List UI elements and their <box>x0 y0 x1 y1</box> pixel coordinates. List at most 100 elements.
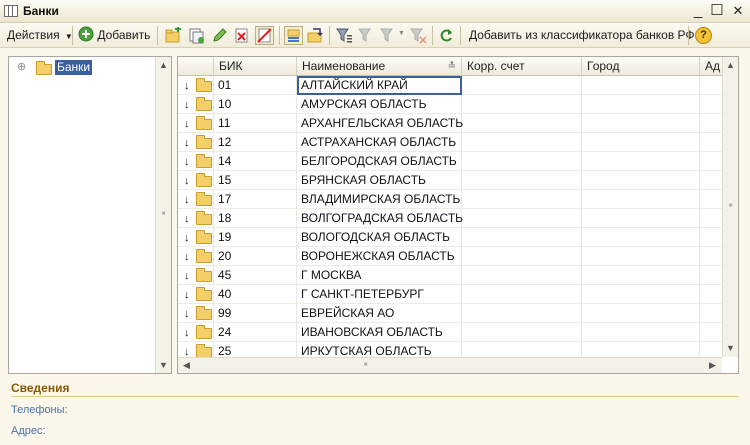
cell-city[interactable] <box>582 95 700 114</box>
cell-bik[interactable]: 20 <box>214 247 297 266</box>
delete-icon[interactable] <box>233 27 250 44</box>
cell-corr-account[interactable] <box>462 76 582 95</box>
cell-city[interactable] <box>582 76 700 95</box>
table-row[interactable]: ↓ 18 ВОЛГОГРАДСКАЯ ОБЛАСТЬ <box>178 209 723 228</box>
cell-name[interactable]: АСТРАХАНСКАЯ ОБЛАСТЬ <box>297 133 462 152</box>
table-row[interactable]: ↓ 20 ВОРОНЕЖСКАЯ ОБЛАСТЬ <box>178 247 723 266</box>
cell-bik[interactable]: 17 <box>214 190 297 209</box>
cell-name[interactable]: АЛТАЙСКИЙ КРАЙ <box>297 76 462 95</box>
expand-arrow-icon[interactable]: ↓ <box>184 172 190 191</box>
column-header-name[interactable]: Наименование ≛ <box>297 57 462 76</box>
cell-name[interactable]: АМУРСКАЯ ОБЛАСТЬ <box>297 95 462 114</box>
cell-city[interactable] <box>582 247 700 266</box>
maximize-button[interactable]: ☐ <box>709 3 725 19</box>
filter-by-value-icon[interactable] <box>358 27 375 44</box>
expand-icon[interactable]: ⊕ <box>17 60 26 73</box>
cell-city[interactable] <box>582 133 700 152</box>
cell-city[interactable] <box>582 266 700 285</box>
cell-city[interactable] <box>582 304 700 323</box>
filter-history-icon[interactable] <box>380 27 397 44</box>
mark-delete-icon[interactable] <box>255 26 274 45</box>
cell-city[interactable] <box>582 228 700 247</box>
cell-corr-account[interactable] <box>462 95 582 114</box>
cell-bik[interactable]: 18 <box>214 209 297 228</box>
scroll-down-arrow-icon[interactable]: ▼ <box>723 341 738 356</box>
cell-name[interactable]: ВОРОНЕЖСКАЯ ОБЛАСТЬ <box>297 247 462 266</box>
cell-city[interactable] <box>582 285 700 304</box>
cell-name[interactable]: ИВАНОВСКАЯ ОБЛАСТЬ <box>297 323 462 342</box>
filter-settings-icon[interactable] <box>336 27 353 44</box>
add-from-classifier-button[interactable]: Добавить из классификатора банков РФ <box>469 26 695 45</box>
cell-bik[interactable]: 10 <box>214 95 297 114</box>
scroll-left-arrow-icon[interactable]: ◀ <box>179 358 194 373</box>
expand-arrow-icon[interactable]: ↓ <box>184 286 190 305</box>
cell-corr-account[interactable] <box>462 152 582 171</box>
expand-arrow-icon[interactable]: ↓ <box>184 153 190 172</box>
expand-arrow-icon[interactable]: ↓ <box>184 324 190 343</box>
minimize-button[interactable]: _ <box>690 3 706 19</box>
scroll-down-arrow-icon[interactable]: ▼ <box>156 358 171 373</box>
expand-arrow-icon[interactable]: ↓ <box>184 210 190 229</box>
cell-corr-account[interactable] <box>462 266 582 285</box>
scroll-thumb-grip-icon[interactable]: ■ <box>723 199 738 214</box>
cell-name[interactable]: БЕЛГОРОДСКАЯ ОБЛАСТЬ <box>297 152 462 171</box>
cell-corr-account[interactable] <box>462 209 582 228</box>
scroll-thumb-grip-icon[interactable]: ■ <box>358 358 373 373</box>
table-row[interactable]: ↓ 10 АМУРСКАЯ ОБЛАСТЬ <box>178 95 723 114</box>
cell-corr-account[interactable] <box>462 247 582 266</box>
expand-arrow-icon[interactable]: ↓ <box>184 191 190 210</box>
cell-corr-account[interactable] <box>462 114 582 133</box>
actions-menu-button[interactable]: Действия ▼ <box>7 26 73 45</box>
cell-bik[interactable]: 19 <box>214 228 297 247</box>
cell-city[interactable] <box>582 114 700 133</box>
cell-city[interactable] <box>582 152 700 171</box>
table-row[interactable]: ↓ 24 ИВАНОВСКАЯ ОБЛАСТЬ <box>178 323 723 342</box>
add-folder-icon[interactable] <box>165 27 182 44</box>
expand-arrow-icon[interactable]: ↓ <box>184 96 190 115</box>
close-button[interactable]: ✕ <box>730 3 746 19</box>
grid-vertical-scrollbar[interactable]: ▲ ■ ▼ <box>722 57 738 357</box>
cell-bik[interactable]: 24 <box>214 323 297 342</box>
expand-arrow-icon[interactable]: ↓ <box>184 267 190 286</box>
scroll-up-arrow-icon[interactable]: ▲ <box>156 58 171 73</box>
cell-name[interactable]: ЕВРЕЙСКАЯ АО <box>297 304 462 323</box>
expand-arrow-icon[interactable]: ↓ <box>184 77 190 96</box>
cell-bik[interactable]: 01 <box>214 76 297 95</box>
cell-corr-account[interactable] <box>462 171 582 190</box>
cell-name[interactable]: Г МОСКВА <box>297 266 462 285</box>
tree-item-banks[interactable]: Банки <box>55 60 93 75</box>
edit-pencil-icon[interactable] <box>211 27 228 44</box>
scroll-up-arrow-icon[interactable]: ▲ <box>723 58 738 73</box>
column-header-city[interactable]: Город <box>582 57 700 76</box>
cell-corr-account[interactable] <box>462 304 582 323</box>
scroll-right-arrow-icon[interactable]: ▶ <box>705 358 720 373</box>
expand-arrow-icon[interactable]: ↓ <box>184 115 190 134</box>
column-header-corr-account[interactable]: Корр. счет <box>462 57 582 76</box>
move-to-folder-icon[interactable] <box>307 27 324 44</box>
table-row[interactable]: ↓ 15 БРЯНСКАЯ ОБЛАСТЬ <box>178 171 723 190</box>
table-row[interactable]: ↓ 01 АЛТАЙСКИЙ КРАЙ <box>178 76 723 95</box>
cell-name[interactable]: БРЯНСКАЯ ОБЛАСТЬ <box>297 171 462 190</box>
table-row[interactable]: ↓ 12 АСТРАХАНСКАЯ ОБЛАСТЬ <box>178 133 723 152</box>
cell-corr-account[interactable] <box>462 228 582 247</box>
copy-icon[interactable] <box>188 27 205 44</box>
table-row[interactable]: ↓ 11 АРХАНГЕЛЬСКАЯ ОБЛАСТЬ <box>178 114 723 133</box>
refresh-icon[interactable] <box>438 27 455 44</box>
cell-city[interactable] <box>582 209 700 228</box>
expand-arrow-icon[interactable]: ↓ <box>184 248 190 267</box>
tree-vertical-scrollbar[interactable]: ▲ ■ ▼ <box>155 57 171 373</box>
cell-city[interactable] <box>582 171 700 190</box>
cell-corr-account[interactable] <box>462 323 582 342</box>
cell-corr-account[interactable] <box>462 190 582 209</box>
scroll-thumb-grip-icon[interactable]: ■ <box>156 207 171 222</box>
cell-bik[interactable]: 99 <box>214 304 297 323</box>
cell-name[interactable]: АРХАНГЕЛЬСКАЯ ОБЛАСТЬ <box>297 114 463 133</box>
cell-bik[interactable]: 40 <box>214 285 297 304</box>
grid-horizontal-scrollbar[interactable]: ◀ ■ ▶ <box>178 357 722 373</box>
expand-arrow-icon[interactable]: ↓ <box>184 229 190 248</box>
cell-bik[interactable]: 45 <box>214 266 297 285</box>
table-row[interactable]: ↓ 14 БЕЛГОРОДСКАЯ ОБЛАСТЬ <box>178 152 723 171</box>
table-row[interactable]: ↓ 17 ВЛАДИМИРСКАЯ ОБЛАСТЬ <box>178 190 723 209</box>
cell-name[interactable]: ВЛАДИМИРСКАЯ ОБЛАСТЬ <box>297 190 462 209</box>
cell-bik[interactable]: 11 <box>214 114 297 133</box>
